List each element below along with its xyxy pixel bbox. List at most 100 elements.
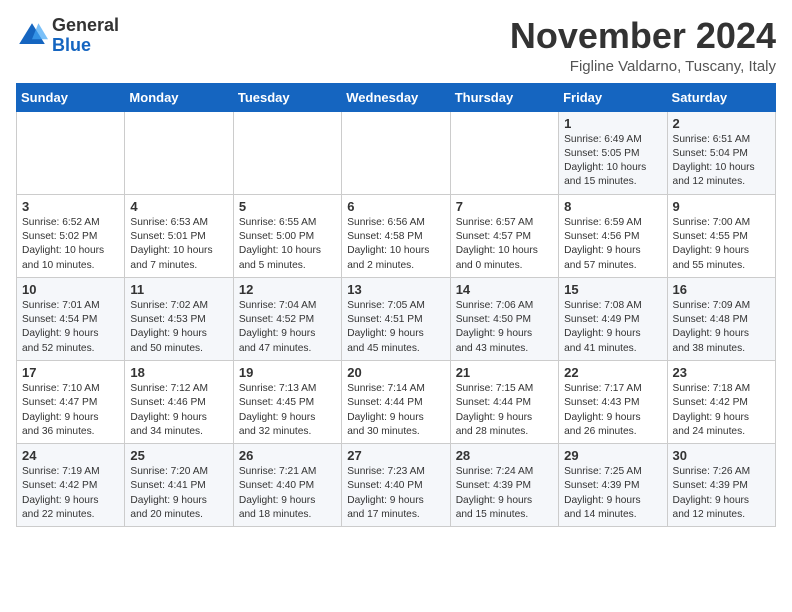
day-cell: 13Sunrise: 7:05 AM Sunset: 4:51 PM Dayli… (342, 277, 450, 360)
day-cell (342, 111, 450, 194)
header-saturday: Saturday (667, 83, 775, 111)
day-number: 29 (564, 448, 661, 463)
day-cell: 26 Sunrise: 7:21 AM Sunset: 4:40 PM Dayli… (233, 444, 341, 527)
day-number: 16 (673, 282, 770, 297)
day-info: Sunrise: 7:12 AM Sunset: 4:46 PM Dayligh… (130, 382, 227, 439)
day-number: 23 (673, 365, 770, 380)
day-number: 17 (22, 365, 119, 380)
day-cell: 9 Sunrise: 7:00 AM Sunset: 4:55 PM Daylig… (667, 194, 775, 277)
day-info: Sunrise: 7:15 AM Sunset: 4:44 PM Dayligh… (456, 382, 553, 439)
title-block: November 2024 Figline Valdarno, Tuscany,… (510, 16, 776, 75)
day-cell: 29 Sunrise: 7:25 AM Sunset: 4:39 PM Dayli… (559, 444, 667, 527)
week-row-2: 10Sunrise: 7:01 AM Sunset: 4:54 PM Dayli… (17, 277, 776, 360)
day-number: 27 (347, 448, 444, 463)
day-cell: 11Sunrise: 7:02 AM Sunset: 4:53 PM Dayli… (125, 277, 233, 360)
day-info: Sunrise: 7:13 AM Sunset: 4:45 PM Dayligh… (239, 382, 336, 439)
day-cell: 2 Sunrise: 6:51 AM Sunset: 5:04 PM Daylig… (667, 111, 775, 194)
day-cell: 1 Sunrise: 6:49 AM Sunset: 5:05 PM Daylig… (559, 111, 667, 194)
day-info: Sunrise: 7:14 AM Sunset: 4:44 PM Dayligh… (347, 382, 444, 439)
day-number: 22 (564, 365, 661, 380)
header-tuesday: Tuesday (233, 83, 341, 111)
day-cell: 15 Sunrise: 7:08 AM Sunset: 4:49 PM Dayli… (559, 277, 667, 360)
day-number: 12 (239, 282, 336, 297)
day-cell: 3 Sunrise: 6:52 AM Sunset: 5:02 PM Daylig… (17, 194, 125, 277)
day-info: Sunrise: 6:55 AM Sunset: 5:00 PM Dayligh… (239, 216, 336, 273)
logo-general-text: General (52, 15, 119, 35)
day-number: 10 (22, 282, 119, 297)
day-number: 9 (673, 199, 770, 214)
day-info: Sunrise: 7:04 AM Sunset: 4:52 PM Dayligh… (239, 299, 336, 356)
day-cell: 10Sunrise: 7:01 AM Sunset: 4:54 PM Dayli… (17, 277, 125, 360)
day-info: Sunrise: 7:09 AM Sunset: 4:48 PM Dayligh… (673, 299, 770, 356)
month-title: November 2024 (510, 16, 776, 56)
calendar-table: SundayMondayTuesdayWednesdayThursdayFrid… (16, 83, 776, 528)
day-cell: 23 Sunrise: 7:18 AM Sunset: 4:42 PM Dayli… (667, 360, 775, 443)
week-row-3: 17 Sunrise: 7:10 AM Sunset: 4:47 PM Dayli… (17, 360, 776, 443)
day-info: Sunrise: 7:19 AM Sunset: 4:42 PM Dayligh… (22, 465, 119, 522)
day-info: Sunrise: 7:25 AM Sunset: 4:39 PM Dayligh… (564, 465, 661, 522)
day-cell: 16 Sunrise: 7:09 AM Sunset: 4:48 PM Dayli… (667, 277, 775, 360)
header-sunday: Sunday (17, 83, 125, 111)
day-info: Sunrise: 6:52 AM Sunset: 5:02 PM Dayligh… (22, 216, 119, 273)
day-cell: 4 Sunrise: 6:53 AM Sunset: 5:01 PM Daylig… (125, 194, 233, 277)
day-cell: 22Sunrise: 7:17 AM Sunset: 4:43 PM Dayli… (559, 360, 667, 443)
day-number: 2 (673, 116, 770, 131)
day-cell: 25Sunrise: 7:20 AM Sunset: 4:41 PM Dayli… (125, 444, 233, 527)
day-number: 8 (564, 199, 661, 214)
day-info: Sunrise: 6:53 AM Sunset: 5:01 PM Dayligh… (130, 216, 227, 273)
day-cell: 27 Sunrise: 7:23 AM Sunset: 4:40 PM Dayli… (342, 444, 450, 527)
day-info: Sunrise: 7:06 AM Sunset: 4:50 PM Dayligh… (456, 299, 553, 356)
day-info: Sunrise: 7:24 AM Sunset: 4:39 PM Dayligh… (456, 465, 553, 522)
day-cell: 30 Sunrise: 7:26 AM Sunset: 4:39 PM Dayli… (667, 444, 775, 527)
day-info: Sunrise: 7:18 AM Sunset: 4:42 PM Dayligh… (673, 382, 770, 439)
week-row-0: 1 Sunrise: 6:49 AM Sunset: 5:05 PM Daylig… (17, 111, 776, 194)
day-number: 5 (239, 199, 336, 214)
logo-blue-text: Blue (52, 35, 91, 55)
day-number: 14 (456, 282, 553, 297)
day-number: 26 (239, 448, 336, 463)
day-cell: 6Sunrise: 6:56 AM Sunset: 4:58 PM Daylig… (342, 194, 450, 277)
day-number: 15 (564, 282, 661, 297)
day-number: 7 (456, 199, 553, 214)
day-number: 19 (239, 365, 336, 380)
day-cell: 20Sunrise: 7:14 AM Sunset: 4:44 PM Dayli… (342, 360, 450, 443)
header-row: SundayMondayTuesdayWednesdayThursdayFrid… (17, 83, 776, 111)
day-cell: 24 Sunrise: 7:19 AM Sunset: 4:42 PM Dayli… (17, 444, 125, 527)
day-number: 6 (347, 199, 444, 214)
day-number: 3 (22, 199, 119, 214)
header-thursday: Thursday (450, 83, 558, 111)
day-cell: 19 Sunrise: 7:13 AM Sunset: 4:45 PM Dayli… (233, 360, 341, 443)
day-info: Sunrise: 6:57 AM Sunset: 4:57 PM Dayligh… (456, 216, 553, 273)
day-cell: 14 Sunrise: 7:06 AM Sunset: 4:50 PM Dayli… (450, 277, 558, 360)
location-subtitle: Figline Valdarno, Tuscany, Italy (510, 58, 776, 75)
day-info: Sunrise: 7:08 AM Sunset: 4:49 PM Dayligh… (564, 299, 661, 356)
day-cell: 18 Sunrise: 7:12 AM Sunset: 4:46 PM Dayli… (125, 360, 233, 443)
day-number: 24 (22, 448, 119, 463)
day-number: 25 (130, 448, 227, 463)
day-cell (450, 111, 558, 194)
week-row-1: 3 Sunrise: 6:52 AM Sunset: 5:02 PM Daylig… (17, 194, 776, 277)
day-number: 11 (130, 282, 227, 297)
logo: General Blue (16, 16, 119, 56)
day-info: Sunrise: 6:49 AM Sunset: 5:05 PM Dayligh… (564, 133, 661, 190)
day-cell (233, 111, 341, 194)
logo-icon (16, 20, 48, 52)
day-number: 28 (456, 448, 553, 463)
day-number: 4 (130, 199, 227, 214)
day-cell: 7 Sunrise: 6:57 AM Sunset: 4:57 PM Daylig… (450, 194, 558, 277)
day-number: 18 (130, 365, 227, 380)
day-cell: 5 Sunrise: 6:55 AM Sunset: 5:00 PM Daylig… (233, 194, 341, 277)
day-number: 1 (564, 116, 661, 131)
header-wednesday: Wednesday (342, 83, 450, 111)
day-info: Sunrise: 7:05 AM Sunset: 4:51 PM Dayligh… (347, 299, 444, 356)
day-info: Sunrise: 6:51 AM Sunset: 5:04 PM Dayligh… (673, 133, 770, 190)
day-number: 30 (673, 448, 770, 463)
day-info: Sunrise: 7:21 AM Sunset: 4:40 PM Dayligh… (239, 465, 336, 522)
day-info: Sunrise: 7:00 AM Sunset: 4:55 PM Dayligh… (673, 216, 770, 273)
day-info: Sunrise: 7:10 AM Sunset: 4:47 PM Dayligh… (22, 382, 119, 439)
day-cell: 17 Sunrise: 7:10 AM Sunset: 4:47 PM Dayli… (17, 360, 125, 443)
day-cell: 28 Sunrise: 7:24 AM Sunset: 4:39 PM Dayli… (450, 444, 558, 527)
week-row-4: 24 Sunrise: 7:19 AM Sunset: 4:42 PM Dayli… (17, 444, 776, 527)
day-info: Sunrise: 7:26 AM Sunset: 4:39 PM Dayligh… (673, 465, 770, 522)
day-info: Sunrise: 7:23 AM Sunset: 4:40 PM Dayligh… (347, 465, 444, 522)
